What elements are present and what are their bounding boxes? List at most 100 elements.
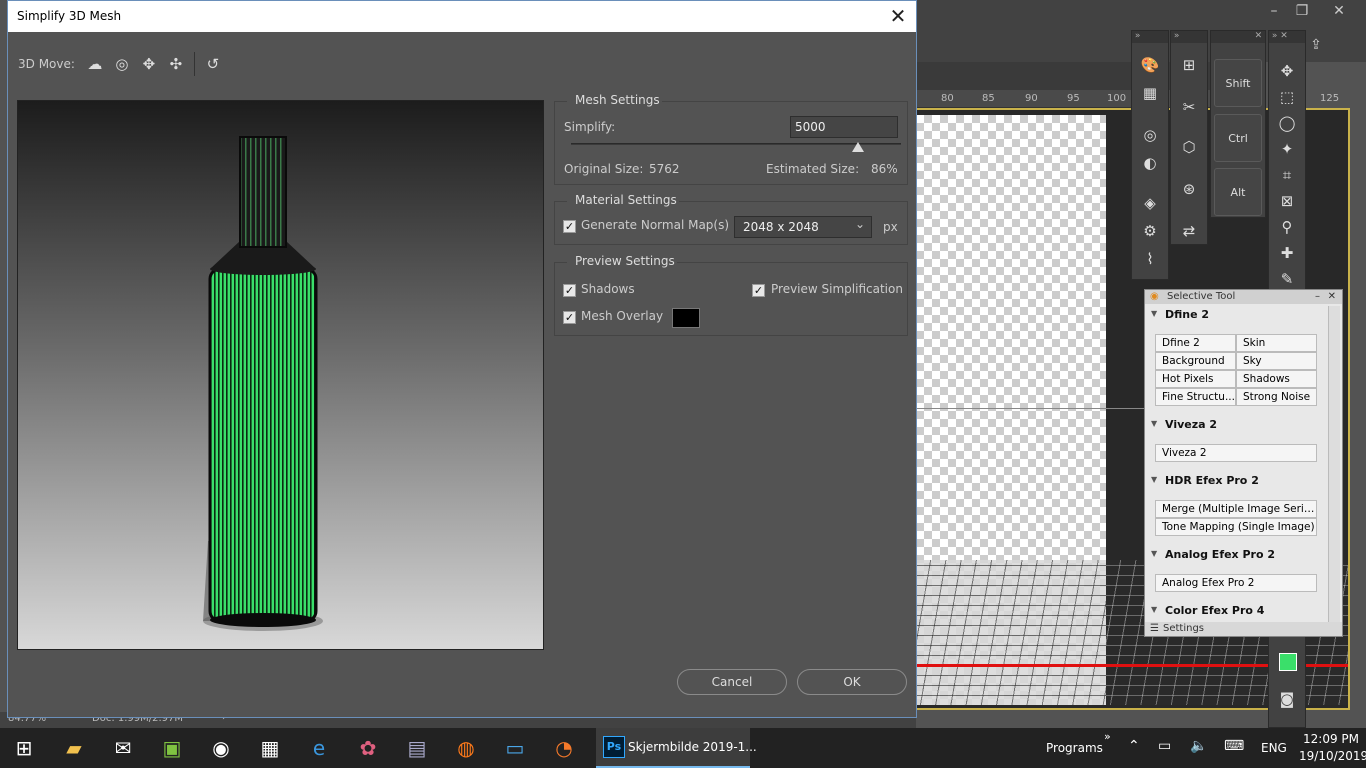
list-item[interactable]: Sky [1236, 352, 1317, 370]
adjustments-icon[interactable]: ◐ [1138, 151, 1162, 175]
channels-icon[interactable]: ⚙ [1138, 219, 1162, 243]
group-hdr-efex[interactable]: HDR Efex Pro 2 [1147, 472, 1327, 494]
firefox-icon[interactable]: ◍ [442, 732, 490, 764]
photoshop-taskbar-icon[interactable]: Ps [603, 736, 625, 758]
volume-icon[interactable]: 🔈 [1190, 738, 1207, 754]
group-color-efex[interactable]: Color Efex Pro 4 [1147, 602, 1327, 622]
ruler-label: 100 [1107, 93, 1127, 104]
restore-icon[interactable]: ❐ [1287, 2, 1317, 20]
mesh-overlay-checkbox[interactable]: ✓ [563, 311, 576, 324]
overlay-color-swatch[interactable] [672, 308, 700, 328]
paint-icon[interactable]: ✿ [344, 732, 392, 764]
reset-view-icon[interactable]: ↺ [201, 52, 225, 76]
group-viveza[interactable]: Viveza 2 [1147, 416, 1327, 438]
pan-icon[interactable]: ✥ [137, 52, 161, 76]
ruler-label: 125 [1320, 93, 1340, 104]
mail-icon[interactable]: ✉ [99, 732, 147, 764]
healing-brush-icon[interactable]: ✚ [1275, 241, 1299, 265]
blender-icon[interactable]: ◔ [540, 732, 588, 764]
store-icon[interactable]: ▣ [148, 732, 196, 764]
selective-tool-list: Dfine 2 Dfine 2Skin BackgroundSky Hot Pi… [1147, 306, 1327, 622]
roll-icon[interactable]: ◎ [110, 52, 134, 76]
selective-scrollbar[interactable] [1328, 306, 1340, 622]
brush-tool-icon[interactable]: ✎ [1275, 267, 1299, 291]
taskbar-active-app[interactable]: Skjermbilde 2019-1... [628, 740, 757, 754]
3d-move-toolbar: 3D Move: ☁ ◎ ✥ ✣ ↺ [18, 51, 228, 77]
list-item[interactable]: Hot Pixels [1155, 370, 1236, 388]
3d-cube-icon[interactable]: ⬡ [1177, 135, 1201, 159]
windows-start-icon[interactable]: ⊞ [0, 732, 48, 764]
layers-icon[interactable]: ◈ [1138, 191, 1162, 215]
list-item[interactable]: Viveza 2 [1155, 444, 1317, 462]
clock-time[interactable]: 12:09 PM [1303, 732, 1359, 746]
file-explorer-icon[interactable]: ▰ [50, 732, 98, 764]
network-icon[interactable]: ▭ [1158, 738, 1171, 754]
group-dfine[interactable]: Dfine 2 [1147, 306, 1327, 328]
panel-collapse-icon[interactable]: » [1171, 31, 1207, 43]
calendar-icon[interactable]: ▦ [246, 732, 294, 764]
list-item[interactable]: Tone Mapping (Single Image) [1155, 518, 1317, 536]
windows-taskbar: ⊞ ▰ ✉ ▣ ◉ ▦ e ✿ ▤ ◍ ▭ ◔ Skjermbilde 2019… [0, 728, 1366, 768]
list-item[interactable]: Merge (Multiple Image Series) [1155, 500, 1317, 518]
settings-link[interactable]: ☰ Settings [1145, 622, 1342, 636]
grid-icon[interactable]: ▦ [1138, 81, 1162, 105]
dialog-close-icon[interactable]: ✕ [886, 5, 910, 29]
frame-tool-icon[interactable]: ⊠ [1275, 189, 1299, 213]
keyboard-icon[interactable]: ⌨ [1224, 738, 1244, 754]
list-item[interactable]: Analog Efex Pro 2 [1155, 574, 1317, 592]
minimize-panel-icon[interactable]: – [1315, 290, 1320, 304]
list-item[interactable]: Strong Noise [1236, 388, 1317, 406]
crop-tool-icon[interactable]: ⌗ [1275, 163, 1299, 187]
normal-map-checkbox[interactable]: ✓ [563, 220, 576, 233]
list-item[interactable]: Dfine 2 [1155, 334, 1236, 352]
paths-icon[interactable]: ⌇ [1138, 247, 1162, 271]
unreal-engine-icon[interactable]: ◉ [197, 732, 245, 764]
edge-browser-icon[interactable]: e [295, 732, 343, 764]
programs-toolbar[interactable]: Programs [1046, 741, 1103, 755]
minimize-icon[interactable]: – [1259, 2, 1289, 20]
mesh-preview-viewport[interactable] [17, 100, 544, 650]
lasso-tool-icon[interactable]: ◯ [1275, 111, 1299, 135]
clock-date[interactable]: 19/10/2019 [1299, 749, 1366, 763]
shadows-checkbox[interactable]: ✓ [563, 284, 576, 297]
list-item[interactable]: Fine Structu... [1155, 388, 1236, 406]
magic-wand-icon[interactable]: ✦ [1275, 137, 1299, 161]
libraries-icon[interactable]: ◎ [1138, 123, 1162, 147]
app-window-icon[interactable]: ▭ [491, 732, 539, 764]
panel-collapse-icon[interactable]: » [1132, 31, 1168, 43]
close-app-icon[interactable]: ✕ [1324, 2, 1354, 20]
move-tool-icon[interactable]: ✥ [1275, 59, 1299, 83]
timeline-icon[interactable]: ⇄ [1177, 219, 1201, 243]
3d-mesh-icon[interactable]: ⊛ [1177, 177, 1201, 201]
photos-icon[interactable]: ▤ [393, 732, 441, 764]
palette-icon[interactable]: 🎨 [1138, 53, 1162, 77]
preview-simplification-checkbox[interactable]: ✓ [752, 284, 765, 297]
close-panel-icon[interactable]: ✕ [1328, 290, 1336, 304]
list-item[interactable]: Shadows [1236, 370, 1317, 388]
tools-icon[interactable]: ✂ [1177, 95, 1201, 119]
cancel-button[interactable]: Cancel [677, 669, 787, 695]
list-item[interactable]: Skin [1236, 334, 1317, 352]
language-indicator[interactable]: ENG [1261, 741, 1287, 755]
toolbar-collapse-icon[interactable]: » ✕ [1269, 31, 1305, 43]
programs-expand-icon[interactable]: » [1104, 730, 1111, 743]
normal-map-size-select[interactable]: 2048 x 2048 [734, 214, 872, 238]
orbit-icon[interactable]: ☁ [83, 52, 107, 76]
simplify-slider-thumb[interactable] [852, 142, 865, 152]
quick-mask-icon[interactable]: ◙ [1275, 687, 1299, 711]
properties-icon[interactable]: ⊞ [1177, 53, 1201, 77]
marquee-tool-icon[interactable]: ⬚ [1275, 85, 1299, 109]
panel-close-icon[interactable]: ✕ [1211, 31, 1265, 43]
original-size-label: Original Size: [564, 162, 644, 176]
shift-key-button[interactable]: Shift [1214, 59, 1262, 107]
simplify-input[interactable]: 5000 [790, 116, 898, 138]
foreground-color-swatch[interactable] [1279, 653, 1297, 671]
tray-chevron-icon[interactable]: ⌃ [1128, 738, 1140, 754]
alt-key-button[interactable]: Alt [1214, 168, 1262, 216]
eyedropper-icon[interactable]: ⚲ [1275, 215, 1299, 239]
group-analog-efex[interactable]: Analog Efex Pro 2 [1147, 546, 1327, 568]
slide-icon[interactable]: ✣ [164, 52, 188, 76]
ok-button[interactable]: OK [797, 669, 907, 695]
list-item[interactable]: Background [1155, 352, 1236, 370]
ctrl-key-button[interactable]: Ctrl [1214, 114, 1262, 162]
